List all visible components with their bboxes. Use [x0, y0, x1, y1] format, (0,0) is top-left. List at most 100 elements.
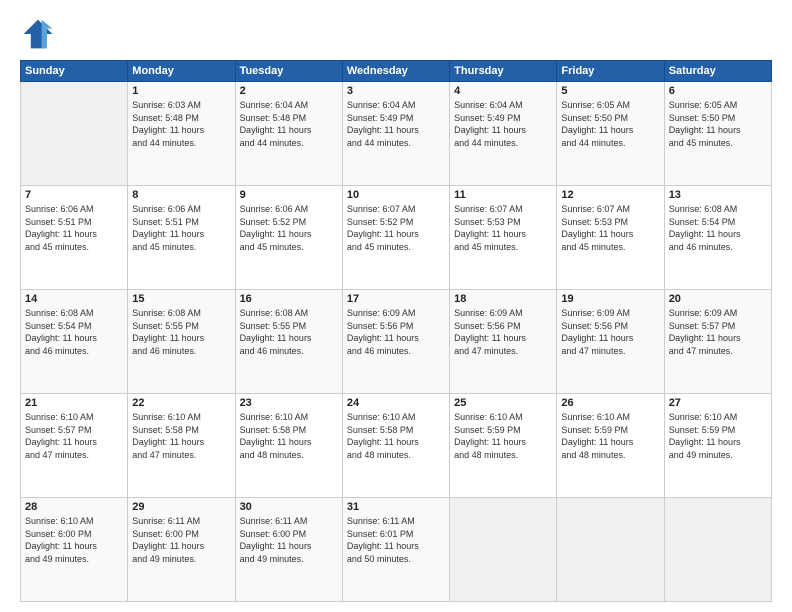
day-info: Sunrise: 6:09 AM Sunset: 5:56 PM Dayligh…	[347, 307, 445, 357]
weekday-header: Thursday	[450, 61, 557, 82]
calendar-cell: 4 Sunrise: 6:04 AM Sunset: 5:49 PM Daylig…	[450, 82, 557, 186]
day-number: 29	[132, 501, 230, 513]
day-number: 8	[132, 189, 230, 201]
calendar-cell: 16 Sunrise: 6:08 AM Sunset: 5:55 PM Dayli…	[235, 290, 342, 394]
day-info: Sunrise: 6:07 AM Sunset: 5:52 PM Dayligh…	[347, 203, 445, 253]
calendar-cell: 5 Sunrise: 6:05 AM Sunset: 5:50 PM Daylig…	[557, 82, 664, 186]
day-number: 5	[561, 85, 659, 97]
day-info: Sunrise: 6:09 AM Sunset: 5:56 PM Dayligh…	[561, 307, 659, 357]
day-info: Sunrise: 6:08 AM Sunset: 5:55 PM Dayligh…	[240, 307, 338, 357]
calendar-cell: 29 Sunrise: 6:11 AM Sunset: 6:00 PM Dayli…	[128, 498, 235, 602]
day-number: 28	[25, 501, 123, 513]
calendar-cell: 28 Sunrise: 6:10 AM Sunset: 6:00 PM Dayli…	[21, 498, 128, 602]
day-info: Sunrise: 6:10 AM Sunset: 5:58 PM Dayligh…	[240, 411, 338, 461]
day-info: Sunrise: 6:06 AM Sunset: 5:51 PM Dayligh…	[25, 203, 123, 253]
day-number: 4	[454, 85, 552, 97]
calendar-cell: 27 Sunrise: 6:10 AM Sunset: 5:59 PM Dayli…	[664, 394, 771, 498]
calendar-week-row: 7 Sunrise: 6:06 AM Sunset: 5:51 PM Daylig…	[21, 186, 772, 290]
calendar-cell: 18 Sunrise: 6:09 AM Sunset: 5:56 PM Dayli…	[450, 290, 557, 394]
calendar-cell: 20 Sunrise: 6:09 AM Sunset: 5:57 PM Dayli…	[664, 290, 771, 394]
logo	[20, 16, 62, 52]
calendar-cell: 24 Sunrise: 6:10 AM Sunset: 5:58 PM Dayli…	[342, 394, 449, 498]
day-number: 10	[347, 189, 445, 201]
calendar-cell: 10 Sunrise: 6:07 AM Sunset: 5:52 PM Dayli…	[342, 186, 449, 290]
calendar-week-row: 21 Sunrise: 6:10 AM Sunset: 5:57 PM Dayli…	[21, 394, 772, 498]
calendar-table: SundayMondayTuesdayWednesdayThursdayFrid…	[20, 60, 772, 602]
day-number: 13	[669, 189, 767, 201]
calendar-cell: 25 Sunrise: 6:10 AM Sunset: 5:59 PM Dayli…	[450, 394, 557, 498]
calendar-header: SundayMondayTuesdayWednesdayThursdayFrid…	[21, 61, 772, 82]
calendar-body: 1 Sunrise: 6:03 AM Sunset: 5:48 PM Daylig…	[21, 82, 772, 602]
day-info: Sunrise: 6:08 AM Sunset: 5:54 PM Dayligh…	[669, 203, 767, 253]
calendar-cell: 1 Sunrise: 6:03 AM Sunset: 5:48 PM Daylig…	[128, 82, 235, 186]
calendar-cell: 7 Sunrise: 6:06 AM Sunset: 5:51 PM Daylig…	[21, 186, 128, 290]
calendar-cell	[21, 82, 128, 186]
day-number: 26	[561, 397, 659, 409]
day-info: Sunrise: 6:08 AM Sunset: 5:54 PM Dayligh…	[25, 307, 123, 357]
day-number: 16	[240, 293, 338, 305]
day-info: Sunrise: 6:07 AM Sunset: 5:53 PM Dayligh…	[454, 203, 552, 253]
day-info: Sunrise: 6:05 AM Sunset: 5:50 PM Dayligh…	[561, 99, 659, 149]
calendar-cell: 9Sunrise: 6:06 AM Sunset: 5:52 PM Daylig…	[235, 186, 342, 290]
day-number: 15	[132, 293, 230, 305]
day-info: Sunrise: 6:10 AM Sunset: 5:59 PM Dayligh…	[454, 411, 552, 461]
day-number: 21	[25, 397, 123, 409]
weekday-header: Tuesday	[235, 61, 342, 82]
weekday-header: Sunday	[21, 61, 128, 82]
day-info: Sunrise: 6:11 AM Sunset: 6:00 PM Dayligh…	[132, 515, 230, 565]
day-number: 12	[561, 189, 659, 201]
calendar-cell: 22 Sunrise: 6:10 AM Sunset: 5:58 PM Dayli…	[128, 394, 235, 498]
day-number: 1	[132, 85, 230, 97]
calendar-week-row: 14 Sunrise: 6:08 AM Sunset: 5:54 PM Dayli…	[21, 290, 772, 394]
calendar-cell: 8Sunrise: 6:06 AM Sunset: 5:51 PM Daylig…	[128, 186, 235, 290]
weekday-header: Saturday	[664, 61, 771, 82]
calendar-cell: 15 Sunrise: 6:08 AM Sunset: 5:55 PM Dayli…	[128, 290, 235, 394]
day-info: Sunrise: 6:03 AM Sunset: 5:48 PM Dayligh…	[132, 99, 230, 149]
day-number: 31	[347, 501, 445, 513]
day-info: Sunrise: 6:10 AM Sunset: 5:57 PM Dayligh…	[25, 411, 123, 461]
calendar-cell: 30Sunrise: 6:11 AM Sunset: 6:00 PM Dayli…	[235, 498, 342, 602]
day-number: 23	[240, 397, 338, 409]
calendar-cell: 17 Sunrise: 6:09 AM Sunset: 5:56 PM Dayli…	[342, 290, 449, 394]
day-info: Sunrise: 6:09 AM Sunset: 5:57 PM Dayligh…	[669, 307, 767, 357]
day-number: 22	[132, 397, 230, 409]
calendar-cell: 23 Sunrise: 6:10 AM Sunset: 5:58 PM Dayli…	[235, 394, 342, 498]
day-number: 9	[240, 189, 338, 201]
day-number: 20	[669, 293, 767, 305]
weekday-header: Monday	[128, 61, 235, 82]
day-number: 25	[454, 397, 552, 409]
day-number: 2	[240, 85, 338, 97]
weekday-header-row: SundayMondayTuesdayWednesdayThursdayFrid…	[21, 61, 772, 82]
day-info: Sunrise: 6:10 AM Sunset: 5:58 PM Dayligh…	[347, 411, 445, 461]
day-number: 24	[347, 397, 445, 409]
calendar-cell	[557, 498, 664, 602]
day-info: Sunrise: 6:10 AM Sunset: 5:59 PM Dayligh…	[561, 411, 659, 461]
calendar-cell: 2Sunrise: 6:04 AM Sunset: 5:48 PM Daylig…	[235, 82, 342, 186]
day-number: 27	[669, 397, 767, 409]
day-info: Sunrise: 6:05 AM Sunset: 5:50 PM Dayligh…	[669, 99, 767, 149]
day-info: Sunrise: 6:10 AM Sunset: 5:58 PM Dayligh…	[132, 411, 230, 461]
day-info: Sunrise: 6:04 AM Sunset: 5:49 PM Dayligh…	[454, 99, 552, 149]
day-number: 7	[25, 189, 123, 201]
calendar-cell: 19Sunrise: 6:09 AM Sunset: 5:56 PM Dayli…	[557, 290, 664, 394]
day-number: 3	[347, 85, 445, 97]
day-number: 14	[25, 293, 123, 305]
day-number: 6	[669, 85, 767, 97]
weekday-header: Wednesday	[342, 61, 449, 82]
calendar-cell: 3Sunrise: 6:04 AM Sunset: 5:49 PM Daylig…	[342, 82, 449, 186]
calendar-cell: 31Sunrise: 6:11 AM Sunset: 6:01 PM Dayli…	[342, 498, 449, 602]
day-info: Sunrise: 6:11 AM Sunset: 6:00 PM Dayligh…	[240, 515, 338, 565]
header	[20, 16, 772, 52]
day-info: Sunrise: 6:08 AM Sunset: 5:55 PM Dayligh…	[132, 307, 230, 357]
calendar-cell: 11Sunrise: 6:07 AM Sunset: 5:53 PM Dayli…	[450, 186, 557, 290]
calendar-cell: 6 Sunrise: 6:05 AM Sunset: 5:50 PM Daylig…	[664, 82, 771, 186]
day-info: Sunrise: 6:10 AM Sunset: 5:59 PM Dayligh…	[669, 411, 767, 461]
calendar-week-row: 28 Sunrise: 6:10 AM Sunset: 6:00 PM Dayli…	[21, 498, 772, 602]
logo-icon	[20, 16, 56, 52]
day-number: 18	[454, 293, 552, 305]
day-info: Sunrise: 6:09 AM Sunset: 5:56 PM Dayligh…	[454, 307, 552, 357]
calendar-cell: 26 Sunrise: 6:10 AM Sunset: 5:59 PM Dayli…	[557, 394, 664, 498]
calendar-cell: 13 Sunrise: 6:08 AM Sunset: 5:54 PM Dayli…	[664, 186, 771, 290]
day-number: 17	[347, 293, 445, 305]
day-info: Sunrise: 6:10 AM Sunset: 6:00 PM Dayligh…	[25, 515, 123, 565]
